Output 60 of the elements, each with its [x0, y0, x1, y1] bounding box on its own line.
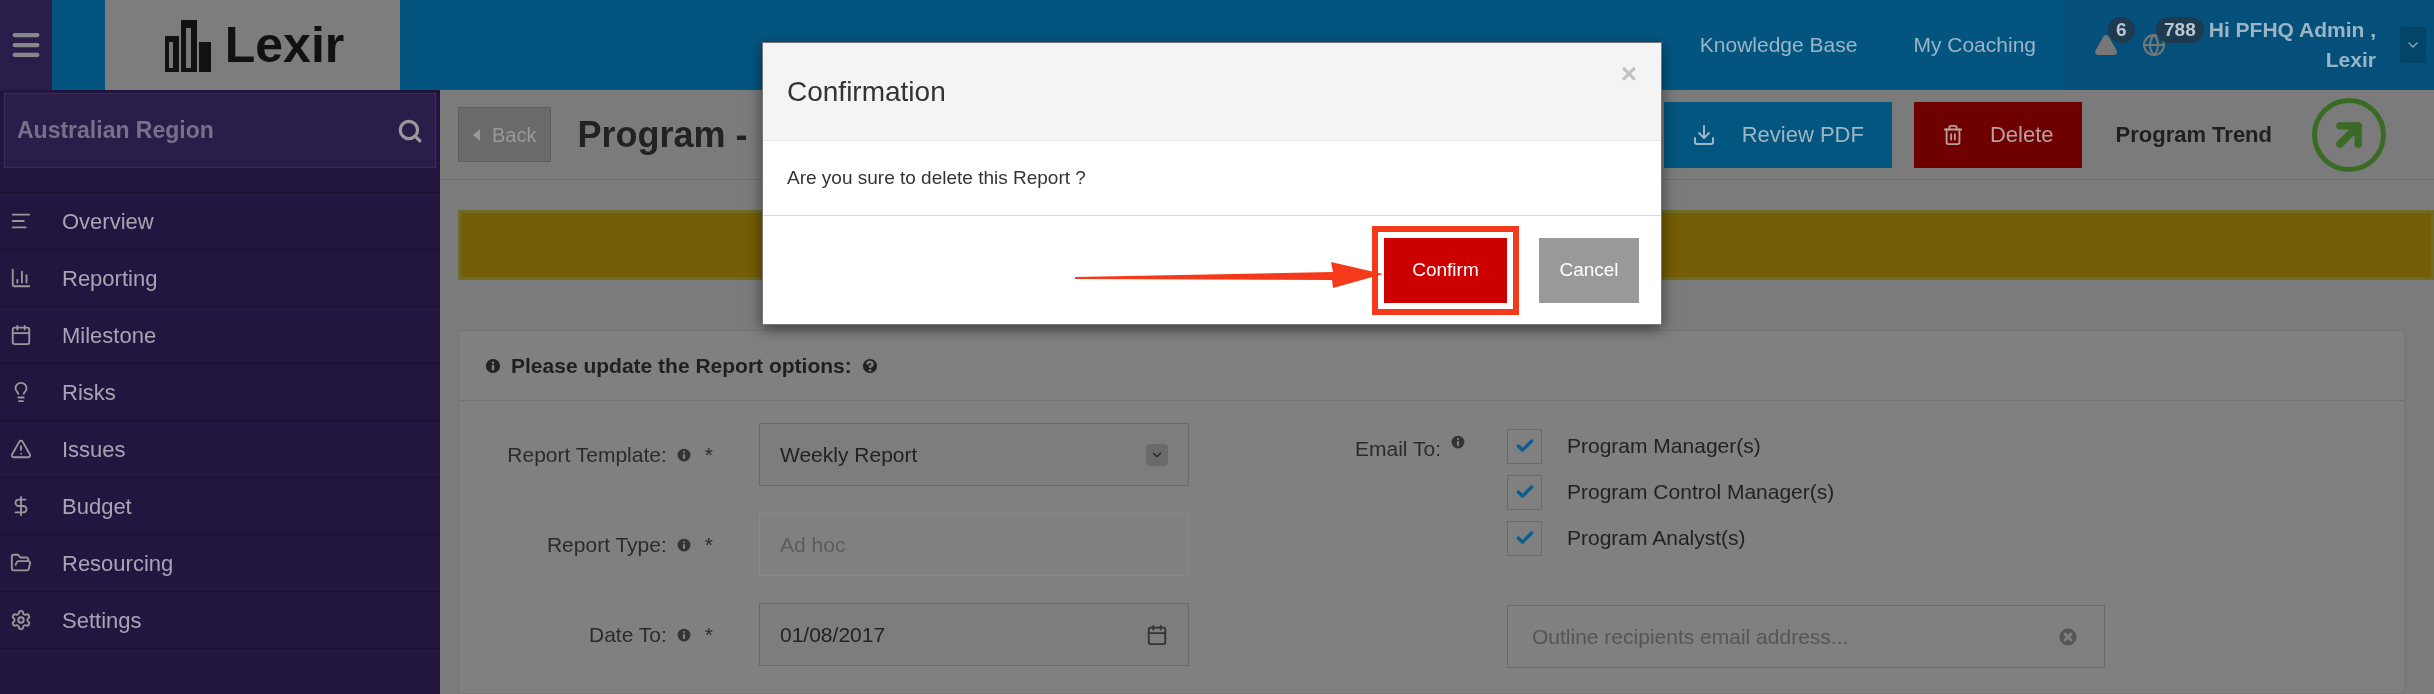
date-field[interactable]: 01/08/2017 — [759, 603, 1189, 666]
logo-text: Lexir — [224, 20, 345, 70]
page-title: Program - — [577, 112, 748, 157]
nav-item[interactable]: Knowledge Base — [1671, 0, 1886, 90]
checkbox[interactable] — [1507, 428, 1542, 464]
required-mark: * — [704, 441, 713, 468]
program-trend-label: Program Trend — [2115, 121, 2272, 149]
required-mark: * — [704, 621, 713, 648]
calendar-icon — [10, 324, 32, 346]
checkbox-label: Program Control Manager(s) — [1567, 479, 1835, 506]
sidebar-item[interactable]: Milestone — [0, 307, 440, 364]
count-badge: 6 — [2108, 17, 2135, 43]
sidebar-item[interactable]: Overview — [0, 193, 440, 250]
sidebar-item[interactable]: Issues — [0, 421, 440, 478]
confirm-button[interactable]: Confirm — [1384, 237, 1507, 303]
calendar-icon[interactable] — [1146, 623, 1168, 646]
user-organization[interactable]: Lexir — [2325, 45, 2376, 75]
sidebar-item[interactable]: Resourcing — [0, 535, 440, 592]
user-greeting[interactable]: Hi PFHQ Admin , — [2208, 15, 2376, 45]
trend-up-icon[interactable] — [2312, 97, 2386, 172]
info-icon — [674, 445, 693, 464]
warning-icon[interactable] — [2094, 33, 2118, 57]
field-label: Date To: — [589, 621, 667, 648]
checkbox-label: Program Manager(s) — [1567, 433, 1761, 460]
warning-icon — [10, 438, 32, 460]
user-dropdown-icon[interactable] — [2400, 27, 2426, 63]
globe-icon[interactable] — [2142, 33, 2166, 57]
select-field[interactable]: Weekly Report — [759, 423, 1189, 486]
sidebar-item[interactable]: Budget — [0, 478, 440, 535]
info-icon — [674, 535, 693, 554]
field-label: Email To: — [1355, 436, 1441, 462]
dropdown-caret-icon — [1146, 443, 1168, 466]
checkbox-label: Program Analyst(s) — [1567, 525, 1746, 552]
menu-button[interactable] — [0, 0, 52, 90]
folder-icon — [10, 552, 32, 574]
required-mark: * — [704, 531, 713, 558]
cancel-button[interactable]: Cancel — [1539, 237, 1639, 303]
sidebar-item[interactable]: Risks — [0, 364, 440, 421]
checkbox[interactable] — [1507, 474, 1542, 510]
back-caret-icon — [473, 128, 480, 141]
search-icon[interactable] — [397, 117, 423, 144]
info-icon — [1449, 433, 1467, 451]
nav-item[interactable]: My Coaching — [1885, 0, 2064, 90]
info-icon — [674, 625, 693, 644]
bar-chart-icon — [10, 267, 32, 289]
sidebar-item[interactable]: Reporting — [0, 250, 440, 307]
settings-icon — [10, 609, 32, 631]
trash-icon — [1941, 123, 1964, 146]
panel-heading: Please update the Report options: — [511, 352, 852, 379]
dialog-title: Confirmation — [787, 74, 946, 109]
field-label: Report Type: — [546, 531, 667, 558]
dialog-message: Are you sure to delete this Report ? — [787, 165, 1086, 190]
count-badge: 788 — [2156, 17, 2204, 43]
search-field[interactable]: Australian Region — [4, 93, 436, 168]
sidebar-item[interactable]: Settings — [0, 592, 440, 649]
checkbox[interactable] — [1507, 520, 1542, 556]
delete-button[interactable]: Delete — [1913, 101, 2082, 168]
review-pdf-button[interactable]: Review PDF — [1663, 101, 1892, 168]
field-label: Report Template: — [507, 441, 667, 468]
download-icon — [1691, 122, 1716, 147]
